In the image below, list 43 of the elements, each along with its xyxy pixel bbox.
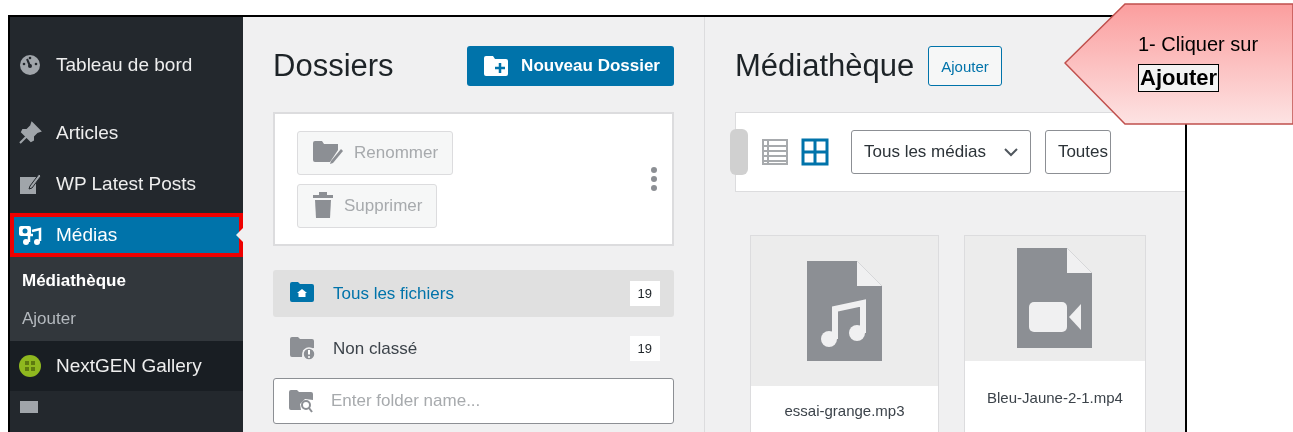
edit-icon: [18, 172, 42, 196]
grid-view-icon[interactable]: [801, 138, 829, 166]
trash-icon: [312, 192, 334, 219]
folder-item[interactable]: Non classé 19: [273, 325, 674, 372]
audio-file-icon: [806, 260, 883, 362]
submenu-item[interactable]: Ajouter: [10, 309, 243, 329]
pushpin-icon: [18, 121, 42, 145]
folder-name: Non classé: [333, 338, 419, 359]
media-tile[interactable]: Bleu-Jaune-2-1.mp4: [964, 235, 1146, 432]
video-file-icon: [1017, 248, 1093, 349]
callout-emphasis: Ajouter: [1138, 64, 1219, 92]
count-badge: 19: [629, 336, 660, 361]
grid-circle-icon: [18, 354, 42, 378]
folder-pencil-icon: [312, 140, 344, 165]
sidebar-item[interactable]: Médias: [10, 213, 243, 257]
filter-dropdown[interactable]: Tous les médias: [851, 130, 1031, 174]
resize-handle[interactable]: [730, 129, 748, 175]
file-name: Bleu-Jaune-2-1.mp4: [986, 388, 1124, 408]
sidebar-item[interactable]: Tableau de bord: [10, 43, 243, 87]
folder-item[interactable]: Tous les fichiers 19: [273, 270, 674, 317]
kebab-menu-icon: [650, 166, 658, 192]
page-title: Médiathèque: [735, 48, 915, 84]
media-tile[interactable]: essai-grange.mp3: [750, 235, 939, 432]
submenu-item[interactable]: Médiathèque: [10, 271, 243, 291]
filter-dropdown[interactable]: Toutes: [1044, 130, 1111, 174]
folder-plus-icon: [483, 55, 510, 77]
file-name: essai-grange.mp3: [783, 400, 906, 421]
media-icon: [18, 223, 42, 247]
sidebar-item[interactable]: NextGEN Gallery: [10, 341, 243, 391]
panel-title: Dossiers: [273, 48, 394, 84]
count-badge: 19: [629, 281, 660, 306]
folder-search-field[interactable]: Enter folder name...: [273, 378, 674, 424]
folder-alert-icon: [289, 336, 315, 361]
list-view-icon[interactable]: [761, 138, 789, 166]
callout-text: 1- Cliquer sur: [1138, 33, 1259, 56]
folder-name: Tous les fichiers: [333, 283, 455, 304]
gauge-icon: [18, 53, 42, 77]
chevron-down-icon: [1003, 147, 1018, 157]
sidebar-item[interactable]: Articles: [10, 111, 243, 155]
add-button[interactable]: Ajouter: [928, 46, 1002, 86]
sidebar-item[interactable]: WP Latest Posts: [10, 162, 243, 206]
folder-search-icon: [288, 389, 314, 414]
new-folder-button[interactable]: Nouveau Dossier: [467, 46, 674, 86]
